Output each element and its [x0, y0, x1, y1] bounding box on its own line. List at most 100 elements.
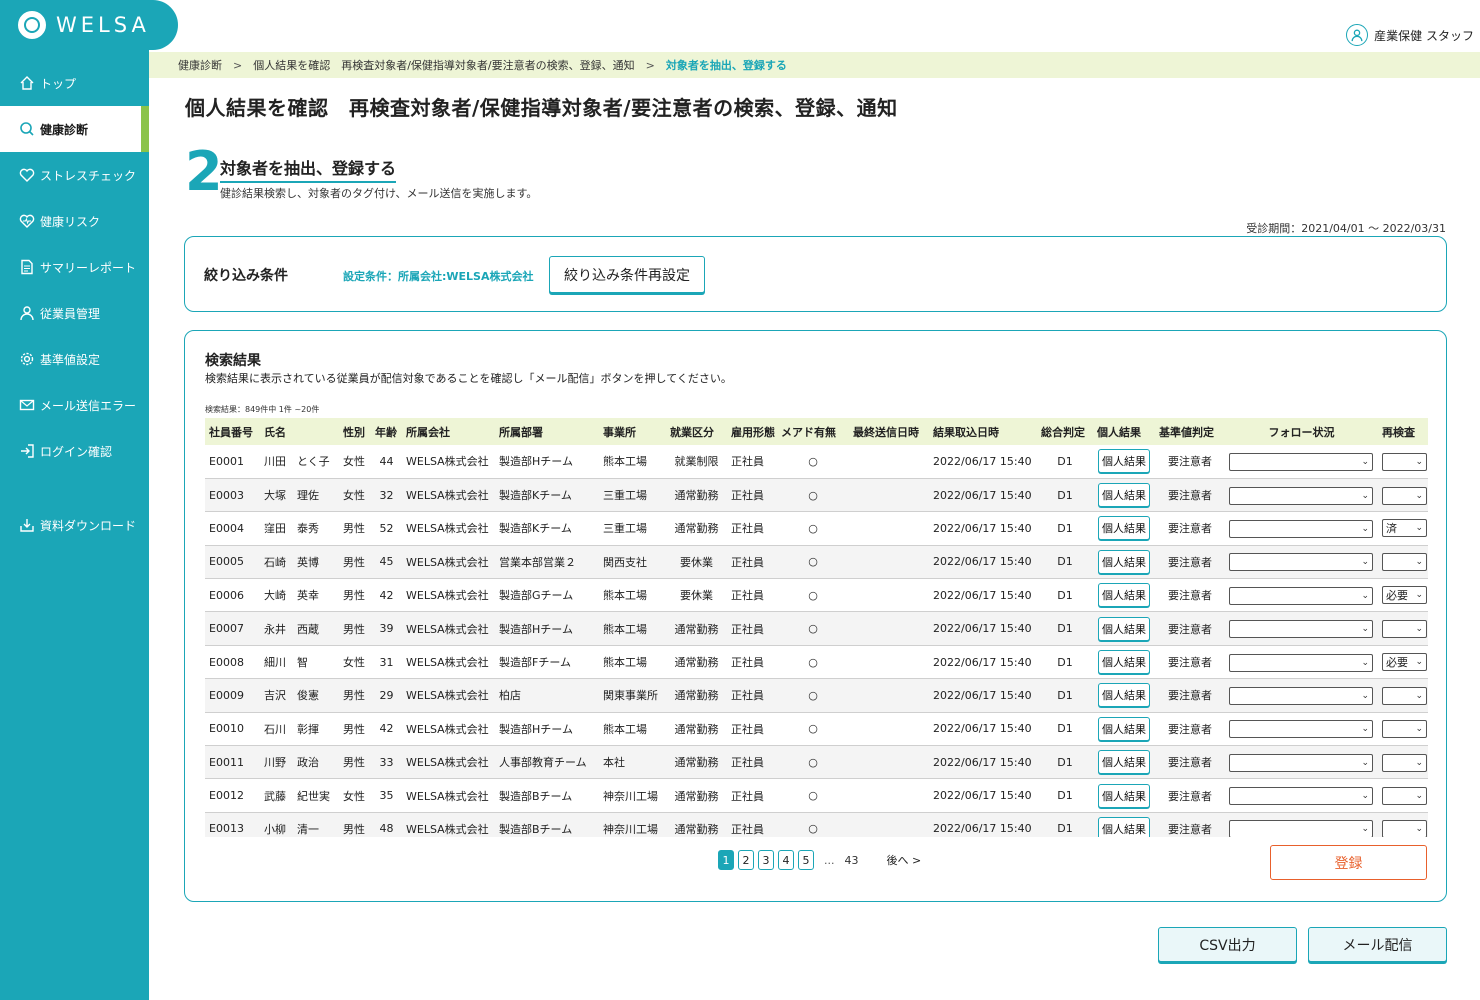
cell-judge: D1	[1037, 478, 1093, 513]
csv-export-button[interactable]: CSV出力	[1158, 927, 1297, 962]
recheck-select[interactable]: 必要 ⌄	[1382, 653, 1427, 672]
individual-result-button[interactable]: 個人結果	[1098, 716, 1150, 741]
follow-status-select[interactable]: ⌄	[1229, 820, 1373, 837]
individual-result-button[interactable]: 個人結果	[1098, 816, 1150, 837]
individual-result-button[interactable]: 個人結果	[1098, 516, 1150, 541]
page-button[interactable]: 2	[738, 850, 754, 870]
follow-status-select[interactable]: ⌄	[1229, 519, 1373, 538]
chevron-down-icon: ⌄	[1415, 724, 1423, 735]
page-button-last[interactable]: 43	[845, 854, 859, 867]
cell-work: 通常勤務	[666, 678, 727, 713]
email-status: ○	[808, 755, 818, 769]
breadcrumb-item[interactable]: 健康診断	[178, 57, 222, 73]
table-row: E0003 大塚 理佐 女性 32 WELSA株式会社 製造部Kチーム 三重工場 通常勤務 正社…	[205, 478, 1428, 513]
cell-employ: 正社員	[727, 511, 777, 546]
cell-standard-judgement: 要注意者	[1155, 678, 1225, 713]
cell-company: WELSA株式会社	[402, 812, 495, 837]
next-page-link[interactable]: 後へ >	[887, 852, 922, 868]
follow-status-select[interactable]: ⌄	[1229, 586, 1373, 605]
cell-individual-result: 個人結果	[1093, 778, 1155, 813]
individual-result-button[interactable]: 個人結果	[1098, 683, 1150, 708]
recheck-select[interactable]: ⌄	[1382, 486, 1427, 505]
follow-status-select[interactable]: ⌄	[1229, 553, 1373, 572]
sidebar-item-mail-error[interactable]: メール送信エラー	[0, 382, 149, 428]
cell-email: ○	[777, 511, 849, 546]
cell-company: WELSA株式会社	[402, 645, 495, 680]
individual-result-button[interactable]: 個人結果	[1098, 583, 1150, 608]
cell-employ: 正社員	[727, 712, 777, 747]
cell-recheck: 済 ⌄	[1378, 511, 1428, 546]
follow-status-select[interactable]: ⌄	[1229, 620, 1373, 639]
recheck-select[interactable]: ⌄	[1382, 553, 1427, 572]
cell-dept: 製造部Bチーム	[495, 778, 599, 813]
step-number: 2	[185, 140, 223, 203]
register-button[interactable]: 登録	[1270, 845, 1427, 880]
sidebar-item-summary-report[interactable]: サマリーレポート	[0, 244, 149, 290]
sidebar-item-standard-settings[interactable]: 基準値設定	[0, 336, 149, 382]
cell-standard-judgement: 要注意者	[1155, 745, 1225, 780]
cell-dept: 製造部Bチーム	[495, 812, 599, 837]
recheck-select[interactable]: ⌄	[1382, 820, 1427, 837]
individual-result-button[interactable]: 個人結果	[1098, 549, 1150, 574]
sidebar-item-label: サマリーレポート	[40, 260, 137, 275]
cell-dept: 製造部Gチーム	[495, 578, 599, 613]
recheck-select[interactable]: ⌄	[1382, 620, 1427, 639]
follow-status-select[interactable]: ⌄	[1229, 753, 1373, 772]
page-button[interactable]: 1	[718, 850, 734, 870]
follow-status-select[interactable]: ⌄	[1229, 720, 1373, 739]
cell-judge: D1	[1037, 812, 1093, 837]
reset-filter-button[interactable]: 絞り込み条件再設定	[549, 256, 705, 293]
cell-email: ○	[777, 812, 849, 837]
individual-result-button[interactable]: 個人結果	[1098, 750, 1150, 775]
recheck-select[interactable]: ⌄	[1382, 452, 1427, 471]
follow-status-select[interactable]: ⌄	[1229, 486, 1373, 505]
follow-status-select[interactable]: ⌄	[1229, 452, 1373, 471]
recheck-select[interactable]: ⌄	[1382, 787, 1427, 806]
cell-id: E0007	[205, 611, 260, 646]
page-button[interactable]: 5	[798, 850, 814, 870]
recheck-select[interactable]: ⌄	[1382, 753, 1427, 772]
sidebar-item-download[interactable]: 資料ダウンロード	[0, 502, 149, 548]
cell-recheck: ⌄	[1378, 812, 1428, 837]
individual-result-button[interactable]: 個人結果	[1098, 650, 1150, 675]
sidebar-item-top[interactable]: トップ	[0, 60, 149, 106]
page-button[interactable]: 3	[758, 850, 774, 870]
cell-id: E0013	[205, 812, 260, 837]
sidebar-item-health-risk[interactable]: 健康リスク	[0, 198, 149, 244]
recheck-select[interactable]: ⌄	[1382, 686, 1427, 705]
cell-recheck: ⌄	[1378, 712, 1428, 747]
cell-gender: 男性	[339, 578, 371, 613]
follow-status-select[interactable]: ⌄	[1229, 686, 1373, 705]
cell-dept: 製造部Fチーム	[495, 645, 599, 680]
download-icon	[18, 516, 36, 534]
individual-result-button[interactable]: 個人結果	[1098, 449, 1150, 474]
cell-work: 就業制限	[666, 445, 727, 479]
cell-name: 石崎 英博	[260, 545, 339, 580]
recheck-select[interactable]: ⌄	[1382, 720, 1427, 739]
column-header: 年齢	[371, 418, 402, 445]
logo[interactable]: WELSA	[0, 0, 178, 50]
cell-follow-status: ⌄	[1225, 778, 1378, 813]
recheck-select[interactable]: 必要 ⌄	[1382, 586, 1427, 605]
cell-judge: D1	[1037, 578, 1093, 613]
sidebar-item-login-check[interactable]: ログイン確認	[0, 428, 149, 474]
individual-result-button[interactable]: 個人結果	[1098, 616, 1150, 641]
pagination-ellipsis: ...	[824, 853, 835, 867]
cell-office: 熊本工場	[599, 611, 666, 646]
individual-result-button[interactable]: 個人結果	[1098, 483, 1150, 508]
mail-send-button[interactable]: メール配信	[1308, 927, 1447, 962]
sidebar-item-health-checkup[interactable]: 健康診断	[0, 106, 149, 152]
page-button[interactable]: 4	[778, 850, 794, 870]
individual-result-button[interactable]: 個人結果	[1098, 783, 1150, 808]
user-menu[interactable]: 産業保健 スタッフ	[1346, 24, 1474, 46]
recheck-select[interactable]: 済 ⌄	[1382, 519, 1427, 538]
cell-id: E0009	[205, 678, 260, 713]
follow-status-select[interactable]: ⌄	[1229, 787, 1373, 806]
breadcrumb-item[interactable]: 個人結果を確認 再検査対象者/保健指導対象者/要注意者の検索、登録、通知	[253, 57, 634, 73]
follow-status-select[interactable]: ⌄	[1229, 653, 1373, 672]
cell-employ: 正社員	[727, 645, 777, 680]
sidebar-item-employee-management[interactable]: 従業員管理	[0, 290, 149, 336]
sidebar-item-stress-check[interactable]: ストレスチェック	[0, 152, 149, 198]
results-table-scroll[interactable]: 社員番号 氏名 性別 年齢 所属会社 所属部署 事業所 就業区分 雇用形態 メアド有無 最終送信日時…	[205, 418, 1428, 837]
cell-name: 吉沢 俊憲	[260, 678, 339, 713]
